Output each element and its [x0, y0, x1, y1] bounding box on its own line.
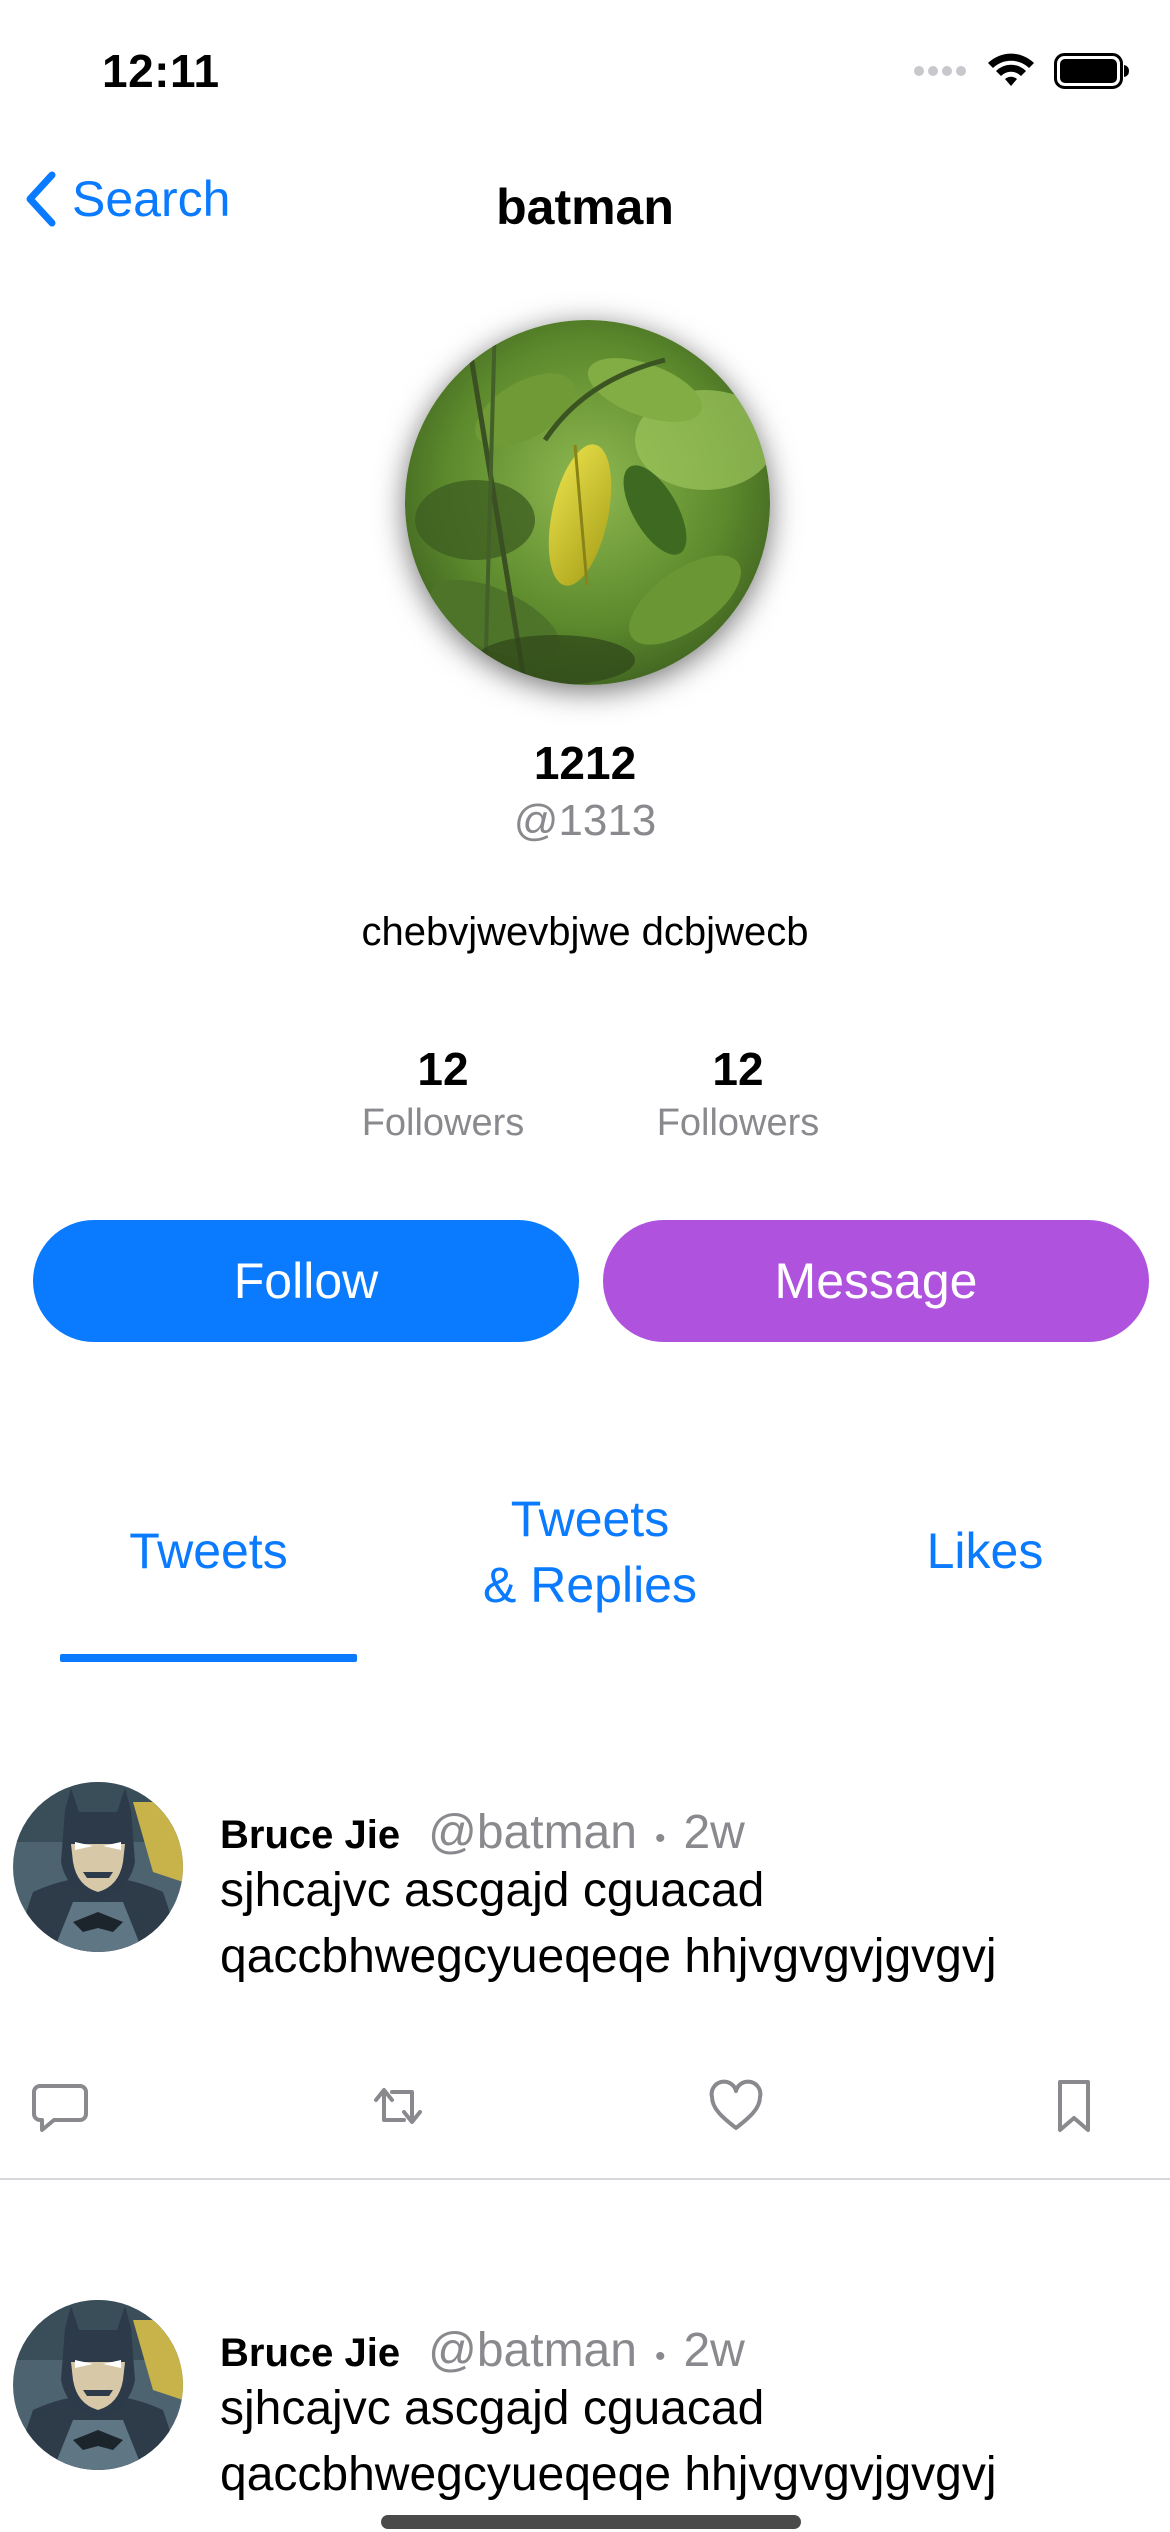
tweet-header-1: Bruce Jie @batman • 2w [220, 1805, 745, 1860]
profile-bio: chebvjwevbjwe dcbjwecb [361, 910, 809, 954]
leaf-photo [405, 320, 770, 685]
tweet-text-line1: sjhcajvc ascgajd cguacad [220, 2382, 765, 2435]
heart-icon[interactable] [706, 2076, 766, 2136]
signal-icon [914, 66, 966, 76]
tab-tweets[interactable]: Tweets [60, 1518, 357, 1584]
followers-label-1: Followers [361, 1102, 525, 1144]
tweet-text-1[interactable]: sjhcajvc ascgajd cguacad qaccbhwegcyueqe… [220, 1858, 1140, 1990]
followers-label-2: Followers [656, 1102, 820, 1144]
tweet-text-line1: sjhcajvc ascgajd cguacad [220, 1864, 765, 1917]
tweet-author-name[interactable]: Bruce Jie [220, 1813, 400, 1858]
comment-icon[interactable] [30, 2076, 90, 2136]
tab-selected-indicator [60, 1654, 357, 1662]
follow-button[interactable]: Follow [33, 1220, 579, 1342]
followers-count-2: 12 [712, 1043, 764, 1095]
battery-icon [1054, 53, 1129, 89]
batman-avatar-image [13, 2300, 183, 2470]
tweet-text-line2: qaccbhwegcyueqeqe hhjvgvgvjgvgvj [220, 1930, 997, 1983]
message-button[interactable]: Message [603, 1220, 1149, 1342]
followers-count-1: 12 [417, 1043, 469, 1095]
tweet-separator: • [654, 1822, 666, 1855]
tweet-time: 2w [683, 1806, 745, 1859]
home-indicator[interactable] [381, 2515, 801, 2529]
tweet-author-handle[interactable]: @batman [428, 1805, 637, 1860]
followers-stat-1[interactable]: 12 Followers [313, 1042, 573, 1145]
tweet-avatar-2[interactable] [13, 2300, 183, 2470]
tweet-author-handle[interactable]: @batman [428, 2323, 637, 2378]
followers-stat-2[interactable]: 12 Followers [608, 1042, 868, 1145]
tab-tweets-replies[interactable]: Tweets & Replies [440, 1486, 740, 1618]
tab-tweets-replies-line1: Tweets [510, 1491, 670, 1547]
tab-likes[interactable]: Likes [880, 1518, 1090, 1584]
profile-handle: @1313 [513, 796, 657, 845]
batman-avatar-image [13, 1782, 183, 1952]
tweet-time: 2w [683, 2324, 745, 2377]
wifi-icon [988, 53, 1034, 86]
tweet-divider [0, 2178, 1170, 2180]
tweet-header-2: Bruce Jie @batman • 2w [220, 2323, 745, 2378]
status-icons [914, 52, 1130, 90]
retweet-icon[interactable] [368, 2076, 428, 2136]
profile-name: 1212 [533, 737, 637, 789]
tweet-text-2[interactable]: sjhcajvc ascgajd cguacad qaccbhwegcyueqe… [220, 2376, 1140, 2508]
tweet-separator: • [654, 2340, 666, 2373]
status-time: 12:11 [102, 45, 220, 97]
tweet-author-name[interactable]: Bruce Jie [220, 2331, 400, 2376]
profile-avatar[interactable] [405, 320, 770, 685]
tweet-text-line2: qaccbhwegcyueqeqe hhjvgvgvjgvgvj [220, 2448, 997, 2501]
page-title: batman [496, 179, 674, 235]
bookmark-icon[interactable] [1044, 2076, 1104, 2136]
profile-screen: 12:11 Search batman 1212 @1313 chebvjwev… [0, 0, 1170, 2532]
tab-tweets-replies-line2: & Replies [483, 1557, 697, 1613]
tweet-avatar-1[interactable] [13, 1782, 183, 1952]
